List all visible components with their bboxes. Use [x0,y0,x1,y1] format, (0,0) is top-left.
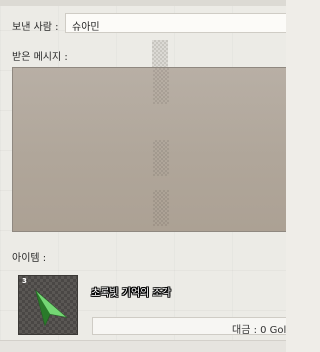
footer-divider [0,340,286,352]
sender-name: 슈아민 [72,22,100,33]
payment-field: 대금 : 0 Gol [92,317,287,336]
green-crystal-shard-icon [35,289,68,327]
sender-row: 보낸 사람 : 슈아민 [0,11,286,37]
item-slot[interactable]: 3 [18,275,78,335]
payment-label: 대금 : 0 Gol [232,325,287,336]
item-name: 초록빛 기억의 조각 [91,288,171,299]
message-label: 받은 메시지 : [12,52,68,63]
message-pattern [153,190,169,226]
item-label: 아이템 : [12,253,47,264]
sender-label: 보낸 사람 : [12,22,59,33]
message-box[interactable] [12,67,286,232]
message-pattern [153,68,169,104]
top-border [0,0,286,6]
sender-field: 슈아민 [65,13,286,33]
message-pattern [153,140,169,176]
